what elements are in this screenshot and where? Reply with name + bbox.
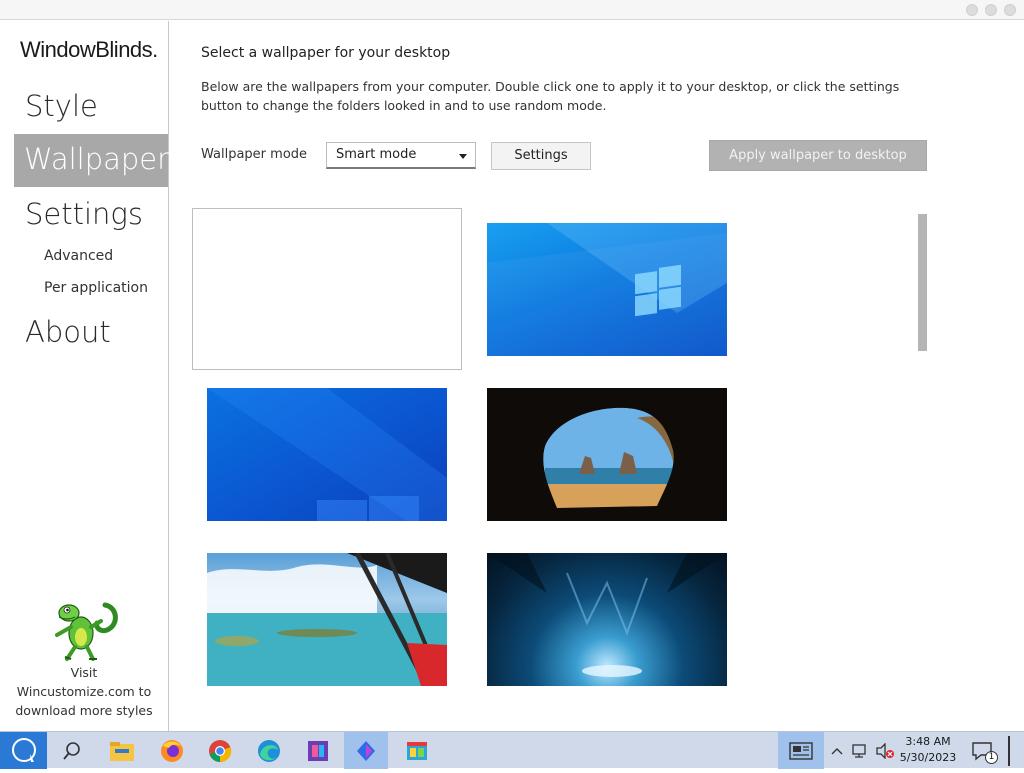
- promo-line-site[interactable]: Wincustomize.com to: [0, 682, 168, 701]
- nav-settings[interactable]: Settings: [0, 189, 168, 242]
- firefox-button[interactable]: [150, 732, 194, 769]
- network-button[interactable]: [848, 732, 872, 769]
- promo-line-styles[interactable]: download more styles: [0, 701, 168, 720]
- app-button[interactable]: [296, 732, 340, 769]
- windowblinds-button[interactable]: [395, 732, 439, 769]
- copilot-icon: [357, 740, 375, 761]
- wallpaper-thumb-seaplane[interactable]: [207, 553, 447, 686]
- page-description: Below are the wallpapers from your compu…: [201, 79, 900, 113]
- chrome-button[interactable]: [198, 732, 242, 769]
- nav-advanced[interactable]: Advanced: [44, 248, 113, 264]
- start-button[interactable]: [0, 732, 47, 769]
- lizard-mascot-icon[interactable]: [45, 599, 121, 663]
- wallpaper-thumb-windows-dark[interactable]: [207, 388, 447, 521]
- wallpaper-mode-value: Smart mode: [336, 147, 417, 162]
- wallpaper-thumb-sea-cave[interactable]: [487, 388, 727, 521]
- edge-icon: [258, 739, 280, 762]
- wallpaper-thumb-blank[interactable]: [192, 208, 462, 370]
- sea-cave-image: [487, 388, 727, 521]
- app-logo: WindowBlinds.: [20, 37, 158, 62]
- promo-text[interactable]: Visit Wincustomize.com to download more …: [0, 663, 168, 720]
- tray-overflow-button[interactable]: [826, 732, 848, 769]
- sidebar: WindowBlinds. Style Wallpaper Settings A…: [0, 21, 169, 731]
- news-icon: [789, 741, 813, 760]
- volume-muted-icon: [876, 742, 894, 759]
- chevron-up-icon: [831, 747, 843, 754]
- copilot-button[interactable]: [344, 732, 388, 769]
- firefox-icon: [161, 739, 183, 762]
- apply-wallpaper-button[interactable]: Apply wallpaper to desktop: [709, 140, 927, 171]
- maximize-button[interactable]: [985, 4, 997, 16]
- start-icon: [12, 738, 36, 762]
- network-icon: [852, 743, 866, 758]
- gallery-scrollbar[interactable]: [918, 214, 927, 351]
- windows-beam-icon: [207, 388, 447, 521]
- edge-button[interactable]: [247, 732, 291, 769]
- ice-cave-image: [487, 553, 727, 677]
- wallpaper-gallery[interactable]: [170, 191, 930, 731]
- file-explorer-button[interactable]: [100, 732, 144, 769]
- file-explorer-icon: [110, 741, 134, 761]
- nav-per-application[interactable]: Per application: [44, 280, 148, 296]
- wallpaper-mode-label: Wallpaper mode: [201, 147, 308, 162]
- clock-time[interactable]: 3:48 AM: [898, 735, 958, 748]
- news-widget-button[interactable]: [778, 732, 824, 769]
- wallpaper-mode-select[interactable]: Smart mode: [326, 142, 476, 169]
- close-button[interactable]: [1004, 4, 1016, 16]
- nav-about[interactable]: About: [0, 307, 168, 360]
- chrome-icon: [209, 739, 232, 762]
- notifications-button[interactable]: 1: [964, 732, 1000, 769]
- notification-count-badge: 1: [985, 751, 998, 764]
- windows-logo-icon: [487, 223, 727, 356]
- minimize-button[interactable]: [966, 4, 978, 16]
- nav-wallpaper[interactable]: Wallpaper: [14, 134, 169, 187]
- volume-button[interactable]: [872, 732, 898, 769]
- taskbar: 3:48 AM 5/30/2023 1: [0, 731, 1024, 769]
- clock-date[interactable]: 5/30/2023: [898, 751, 958, 764]
- title-bar: [0, 0, 1024, 20]
- show-desktop-button[interactable]: [1008, 736, 1010, 766]
- seaplane-image: [207, 553, 447, 686]
- page-heading: Select a wallpaper for your desktop: [201, 45, 451, 61]
- settings-button[interactable]: Settings: [491, 142, 591, 170]
- promo-line-visit[interactable]: Visit: [0, 663, 168, 682]
- windowblinds-icon: [407, 741, 427, 760]
- search-icon: [63, 741, 80, 760]
- wallpaper-thumb-ice-cave[interactable]: [487, 553, 727, 686]
- main-panel: Select a wallpaper for your desktop Belo…: [170, 21, 1024, 731]
- nav-style[interactable]: Style: [0, 81, 168, 134]
- chevron-down-icon: [459, 154, 467, 159]
- wallpaper-thumb-windows-light[interactable]: [487, 223, 727, 356]
- search-button[interactable]: [50, 732, 94, 769]
- app-icon: [308, 740, 328, 761]
